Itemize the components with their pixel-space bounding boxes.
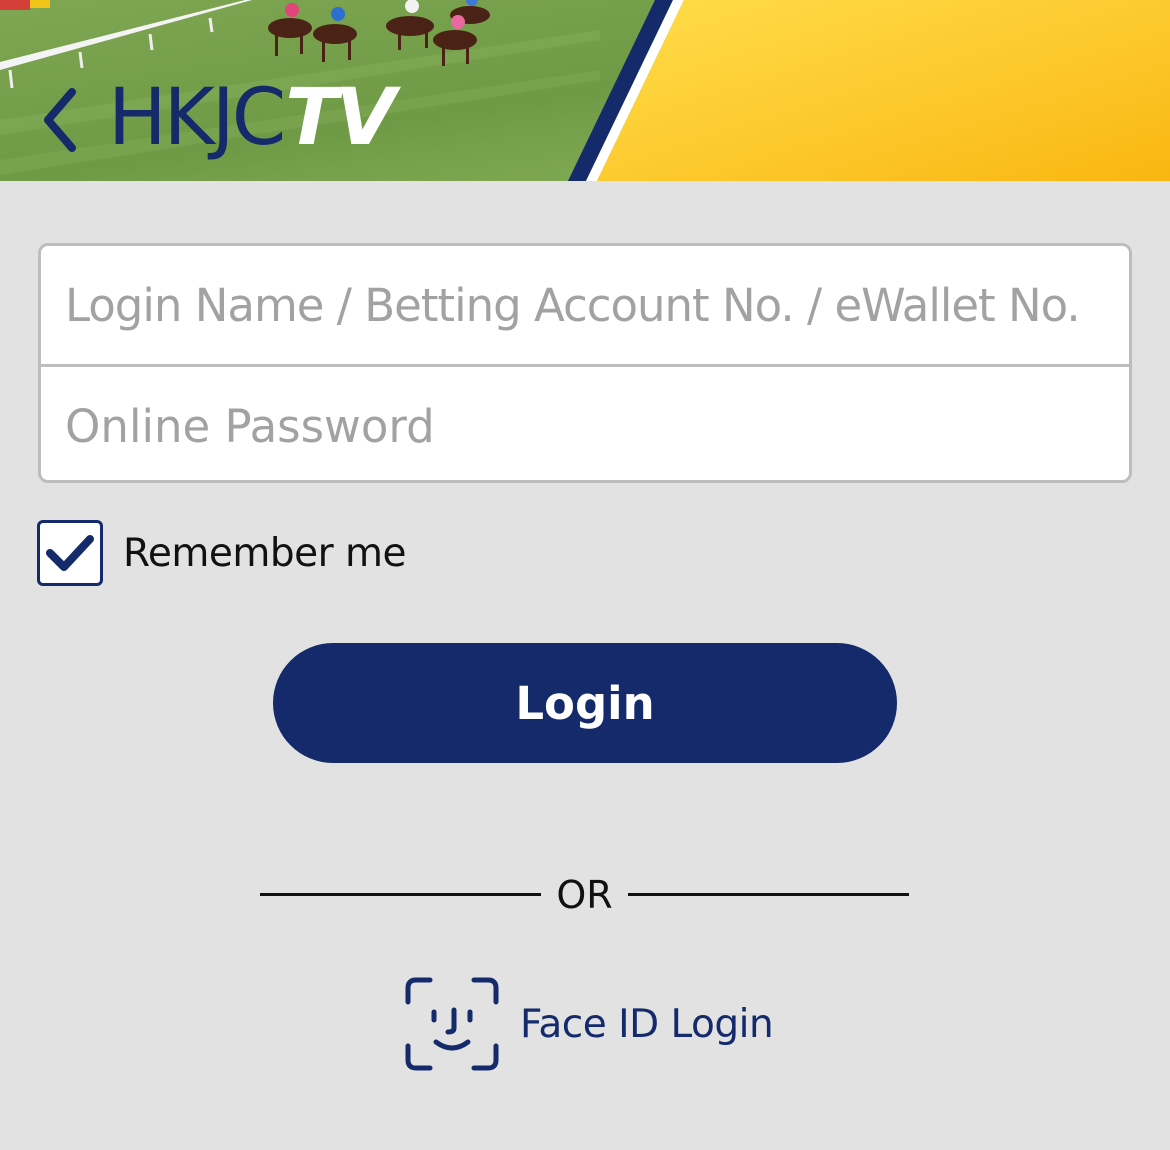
divider-line-right [628, 893, 909, 896]
or-divider: OR [260, 868, 909, 922]
chevron-left-icon [44, 88, 76, 152]
header-banner: HKJC TV [0, 0, 1170, 181]
remember-me-checkbox[interactable] [37, 520, 103, 586]
checkmark-icon [46, 535, 94, 571]
login-name-input[interactable] [41, 246, 1129, 364]
password-input[interactable] [41, 367, 1129, 480]
face-id-label: Face ID Login [520, 1001, 774, 1047]
logo-accent-text: TV [285, 73, 396, 163]
login-button[interactable]: Login [273, 643, 897, 763]
remember-me-toggle[interactable]: Remember me [37, 520, 406, 586]
divider-line-left [260, 893, 541, 896]
login-screen: HKJCTV Remember me Login OR [0, 0, 1170, 1150]
remember-me-label: Remember me [123, 530, 406, 576]
or-text: OR [556, 873, 613, 917]
credentials-group [38, 243, 1132, 483]
face-id-icon [405, 977, 499, 1071]
logo-main-text: HKJC [108, 73, 286, 163]
hkjctv-logo: HKJC TV [108, 73, 396, 163]
face-id-login-button[interactable]: Face ID Login [404, 976, 774, 1072]
back-button[interactable] [30, 82, 90, 158]
